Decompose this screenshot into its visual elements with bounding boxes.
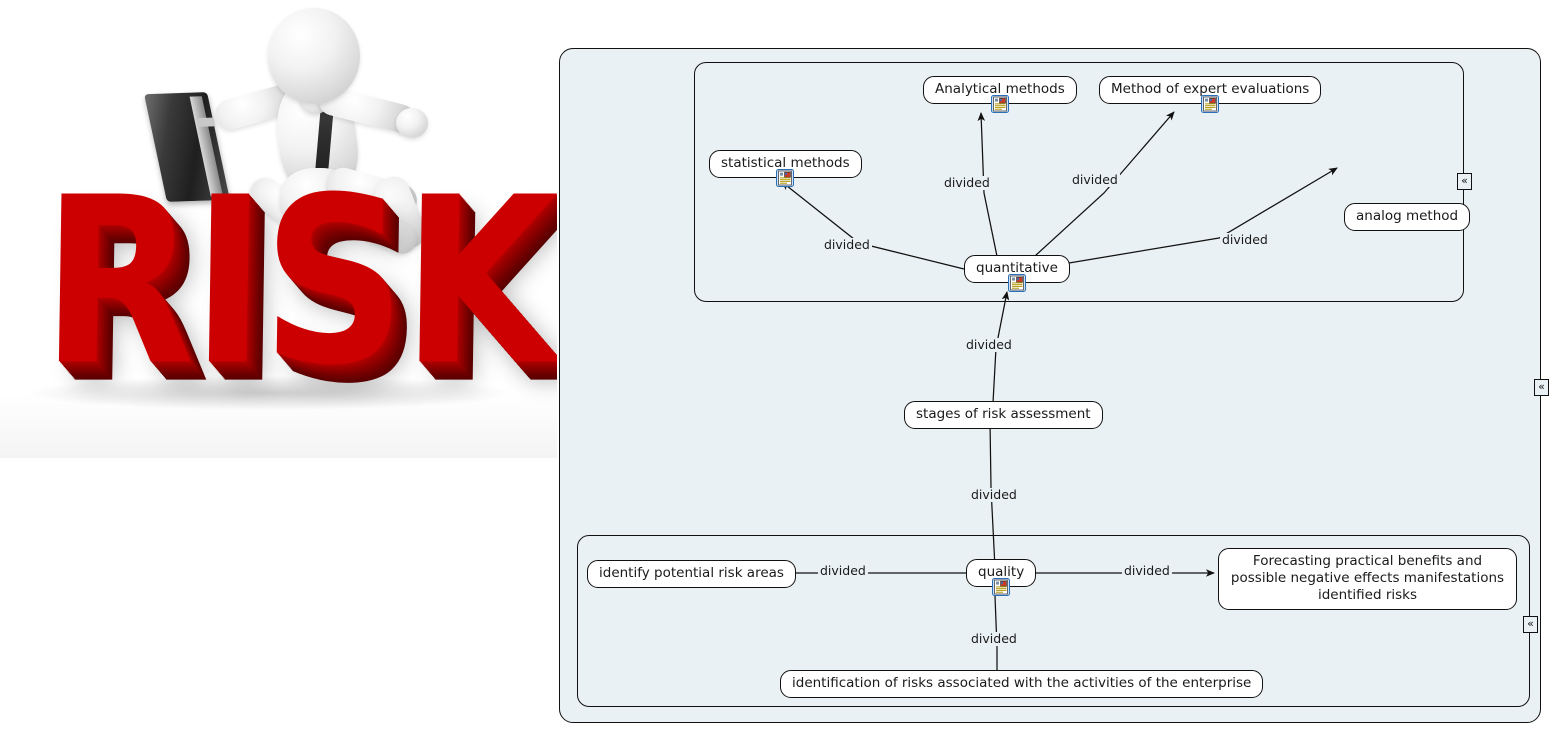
- risk-illustration-panel: RISK: [0, 0, 557, 458]
- edge-label-quality-stages: divided: [969, 487, 1019, 502]
- document-icon[interactable]: [776, 169, 795, 187]
- collapse-handle-quantitative-group[interactable]: «: [1457, 173, 1472, 190]
- edge-label-quality-forecasting: divided: [1122, 563, 1172, 578]
- figure-head: [268, 8, 360, 104]
- edge-label-stages-quantitative: divided: [964, 337, 1014, 352]
- collapse-handle-outer[interactable]: «: [1534, 379, 1549, 396]
- document-icon[interactable]: [1201, 95, 1220, 113]
- node-quantitative[interactable]: quantitative: [964, 255, 1070, 292]
- node-identification-of-risks[interactable]: identification of risks associated with …: [780, 670, 1264, 698]
- edge-label-quality-identify: divided: [818, 563, 868, 578]
- collapse-handle-quality-group[interactable]: «: [1523, 616, 1538, 633]
- node-quality[interactable]: quality: [966, 559, 1037, 596]
- node-label: identification of risks associated with …: [792, 675, 1252, 691]
- node-statistical-methods[interactable]: statistical methods: [709, 150, 862, 187]
- edge-quantitative-statistical: [781, 181, 965, 270]
- node-stages-of-risk-assessment[interactable]: stages of risk assessment: [904, 401, 1103, 429]
- mindmap-diagram: Analytical methods Method of expert eval…: [559, 48, 1549, 723]
- edge-label-quantitative-analytical: divided: [942, 175, 992, 190]
- edge-layer: [781, 111, 1338, 675]
- node-analytical-methods[interactable]: Analytical methods: [923, 76, 1077, 113]
- node-analog-method[interactable]: analog method: [1344, 203, 1471, 231]
- document-icon[interactable]: [992, 578, 1011, 596]
- node-identify-potential-risk-areas[interactable]: identify potential risk areas: [587, 560, 796, 588]
- node-label: Forecasting practical benefits and possi…: [1230, 553, 1505, 603]
- document-icon[interactable]: [1007, 274, 1026, 292]
- node-label: analog method: [1356, 208, 1459, 224]
- figure-front-hand: [396, 108, 428, 138]
- document-icon[interactable]: [990, 95, 1009, 113]
- node-label: stages of risk assessment: [916, 406, 1091, 422]
- risk-wordmark: RISK: [39, 148, 556, 417]
- edge-label-quantitative-statistical: divided: [822, 237, 872, 252]
- node-method-of-expert-evaluations[interactable]: Method of expert evaluations: [1099, 76, 1322, 113]
- edge-quantitative-expert: [1023, 111, 1175, 267]
- node-forecasting-practical-benefits[interactable]: Forecasting practical benefits and possi…: [1218, 548, 1517, 610]
- node-label: identify potential risk areas: [599, 565, 784, 581]
- edge-label-quantitative-expert: divided: [1070, 172, 1120, 187]
- edge-label-quality-identification: divided: [969, 631, 1019, 646]
- edge-label-quantitative-analog: divided: [1220, 232, 1270, 247]
